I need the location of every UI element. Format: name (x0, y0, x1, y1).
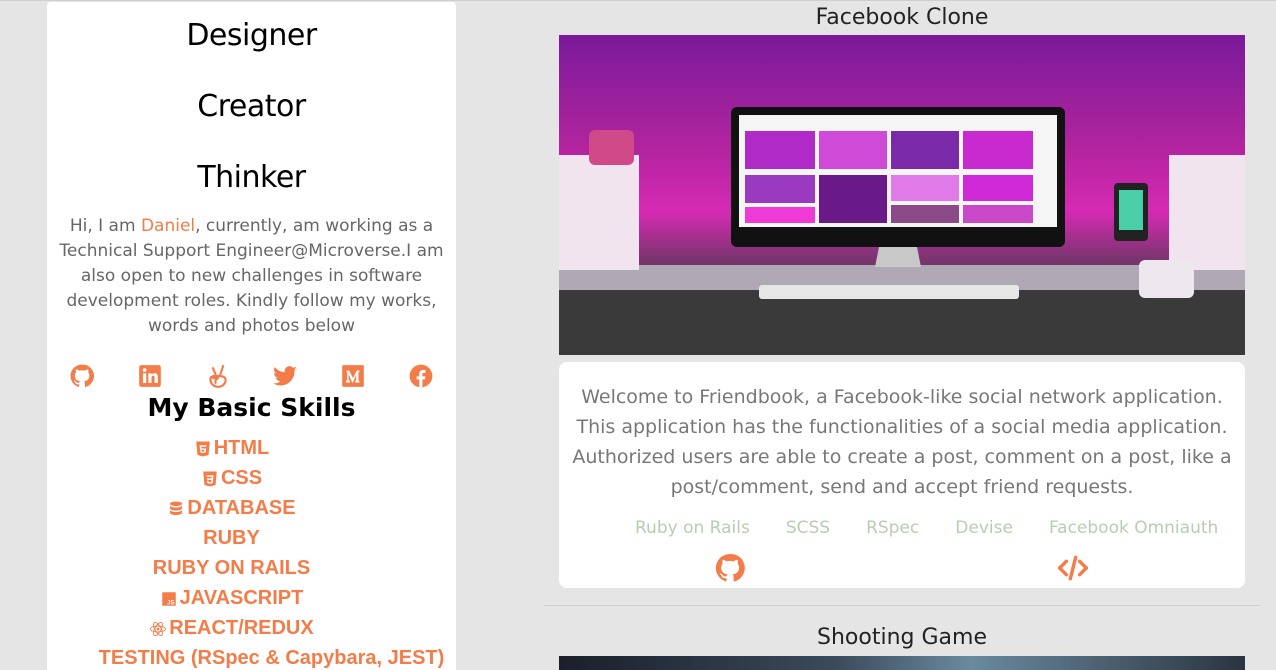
tag-ruby-on-rails: Ruby on Rails (635, 518, 750, 538)
skills-title: My Basic Skills (147, 393, 356, 422)
profile-sidebar: Designer Creator Thinker Hi, I am Daniel… (47, 2, 456, 670)
headline-designer: Designer (186, 18, 317, 53)
skill-label: TESTING (RSpec & Capybara, JEST) (98, 647, 445, 669)
svg-text:JS: JS (167, 600, 174, 606)
project-screenshot-2 (559, 656, 1245, 670)
github-icon[interactable] (714, 552, 746, 584)
skill-label: RUBY ON RAILS (152, 557, 311, 579)
bio-prefix: Hi, I am (69, 216, 141, 236)
skill-label: CSS (220, 467, 263, 489)
skill-database: DATABASE (47, 497, 456, 520)
skill-label: JAVASCRIPT (179, 587, 304, 609)
tag-rspec: RSpec (866, 518, 920, 538)
code-icon[interactable] (1057, 552, 1089, 584)
angellist-icon[interactable] (205, 363, 231, 389)
js-icon: JS (161, 591, 176, 606)
project-screenshot (559, 35, 1245, 355)
skill-label: RUBY (203, 527, 260, 549)
skill-testing: TESTING (RSpec & Capybara, JEST) (47, 647, 456, 670)
twitter-icon[interactable] (272, 363, 298, 389)
css3-icon (203, 471, 217, 486)
project-title: Facebook Clone (815, 5, 989, 30)
tag-scss: SCSS (785, 518, 831, 538)
github-icon[interactable] (69, 363, 95, 389)
html5-icon (195, 441, 210, 456)
social-links (69, 363, 434, 391)
skill-ruby: RUBY (47, 527, 456, 550)
project-tags: Ruby on Rails SCSS RSpec Devise Facebook… (635, 518, 1218, 538)
headline-thinker: Thinker (197, 160, 306, 195)
project-divider (544, 605, 1260, 606)
skill-label: HTML (213, 437, 270, 459)
skill-css: CSS (47, 467, 456, 490)
skill-label: DATABASE (187, 497, 296, 519)
skill-html: HTML (47, 437, 456, 460)
medium-icon[interactable] (340, 363, 366, 389)
project-title-2: Shooting Game (817, 625, 987, 650)
skill-javascript: JS JAVASCRIPT (47, 587, 456, 610)
facebook-icon[interactable] (408, 363, 434, 389)
react-icon (150, 621, 167, 636)
skill-react-redux: REACT/REDUX (47, 617, 456, 640)
bio-text: Hi, I am Daniel, currently, am working a… (47, 214, 456, 339)
project-description: Welcome to Friendbook, a Facebook-like s… (572, 386, 1232, 498)
linkedin-icon[interactable] (137, 363, 163, 389)
skill-label: REACT/REDUX (169, 617, 314, 639)
bio-name: Daniel (140, 216, 196, 236)
headline-creator: Creator (197, 89, 306, 124)
skill-ruby-on-rails: RUBY ON RAILS (47, 557, 456, 580)
tag-devise: Devise (955, 518, 1013, 538)
project-card: Welcome to Friendbook, a Facebook-like s… (559, 362, 1245, 588)
database-icon (170, 501, 183, 515)
tag-facebook-omniauth: Facebook Omniauth (1048, 518, 1219, 538)
